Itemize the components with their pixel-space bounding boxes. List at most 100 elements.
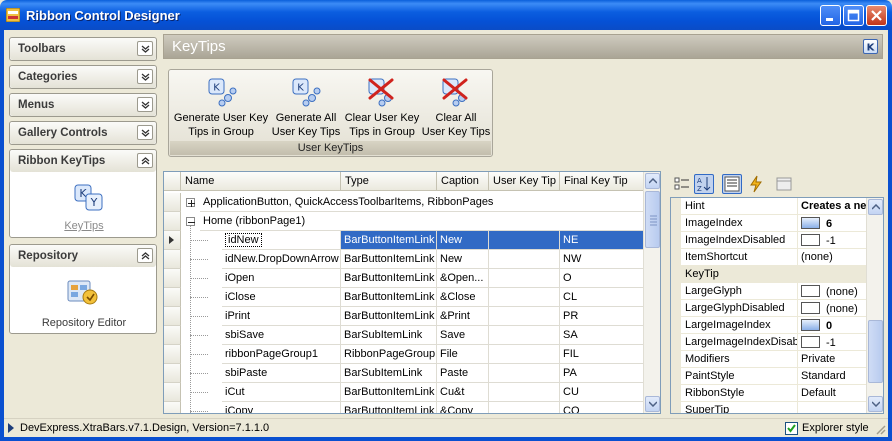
properties-button[interactable] bbox=[722, 174, 742, 194]
property-row[interactable]: LargeGlyphDisabled (none) bbox=[671, 300, 868, 317]
nav-group-header[interactable]: Menus bbox=[10, 94, 156, 116]
property-value[interactable]: (none) bbox=[799, 300, 868, 317]
table-row[interactable]: iPrint BarButtonItemLink &Print PR bbox=[164, 307, 644, 326]
nav-group-gallery-controls[interactable]: Gallery Controls bbox=[9, 121, 157, 145]
table-row[interactable]: idNew BarButtonItemLink New NE bbox=[164, 231, 644, 250]
minimize-button[interactable] bbox=[820, 5, 841, 26]
property-value[interactable]: -1 bbox=[799, 232, 868, 249]
title-bar[interactable]: Ribbon Control Designer bbox=[0, 0, 892, 30]
property-value[interactable]: Default bbox=[799, 385, 868, 402]
panel-splitter[interactable] bbox=[664, 171, 668, 414]
property-row[interactable]: ItemShortcut (none) bbox=[671, 249, 868, 266]
cell-user[interactable] bbox=[489, 288, 560, 307]
nav-group-categories[interactable]: Categories bbox=[9, 65, 157, 89]
property-vertical-scrollbar[interactable] bbox=[866, 198, 883, 413]
property-value[interactable]: Creates a ne bbox=[799, 198, 868, 215]
maximize-button[interactable] bbox=[843, 5, 864, 26]
property-value[interactable]: Private bbox=[799, 351, 868, 368]
chevron-down-icon[interactable] bbox=[137, 41, 153, 56]
column-header-final-key-tip[interactable]: Final Key Tip bbox=[560, 172, 644, 191]
table-row[interactable]: ribbonPageGroup1 RibbonPageGroup File FIL bbox=[164, 345, 644, 364]
table-row[interactable]: sbiSave BarSubItemLink Save SA bbox=[164, 326, 644, 345]
property-row[interactable]: Modifiers Private bbox=[671, 351, 868, 368]
events-button[interactable] bbox=[746, 174, 766, 194]
nav-group-toolbars[interactable]: Toolbars bbox=[9, 37, 157, 61]
table-row[interactable]: iCopy BarButtonItemLink &Copy CO bbox=[164, 402, 644, 413]
nav-group-menus[interactable]: Menus bbox=[9, 93, 157, 117]
property-value[interactable]: (none) bbox=[799, 249, 868, 266]
chevron-up-icon[interactable] bbox=[137, 248, 153, 263]
property-value[interactable]: 0 bbox=[799, 317, 868, 334]
nav-group-header[interactable]: Repository bbox=[10, 245, 156, 267]
nav-group-repository[interactable]: Repository Repository Editor bbox=[9, 244, 157, 334]
scroll-down-button[interactable] bbox=[868, 396, 883, 412]
alphabetical-button[interactable]: AZ bbox=[694, 174, 714, 194]
nav-group-header[interactable]: Categories bbox=[10, 66, 156, 88]
nav-group-header[interactable]: Ribbon KeyTips bbox=[10, 150, 156, 172]
chevron-down-icon[interactable] bbox=[137, 125, 153, 140]
table-row[interactable]: iClose BarButtonItemLink &Close CL bbox=[164, 288, 644, 307]
cell-user[interactable] bbox=[489, 402, 560, 413]
cell-user[interactable] bbox=[489, 307, 560, 326]
property-row[interactable]: ImageIndex 6 bbox=[671, 215, 868, 232]
chevron-down-icon[interactable] bbox=[137, 69, 153, 84]
property-category[interactable]: KeyTip bbox=[671, 266, 868, 283]
collapse-minus-icon[interactable] bbox=[186, 217, 195, 226]
cell-user[interactable] bbox=[489, 269, 560, 288]
table-row[interactable]: sbiPaste BarSubItemLink Paste PA bbox=[164, 364, 644, 383]
column-header-name[interactable]: Name bbox=[181, 172, 341, 191]
property-row[interactable]: ImageIndexDisabled -1 bbox=[671, 232, 868, 249]
property-grid[interactable]: Hint Creates a ne ImageIndex 6 ImageIndexDis… bbox=[670, 197, 884, 414]
scroll-thumb[interactable] bbox=[645, 191, 660, 248]
scroll-up-button[interactable] bbox=[645, 173, 660, 189]
cell-user[interactable] bbox=[489, 364, 560, 383]
tree-node-home[interactable]: Home (ribbonPage1) bbox=[164, 212, 644, 231]
nav-item-repository-editor[interactable]: Repository Editor bbox=[10, 267, 156, 334]
property-value[interactable]: 6 bbox=[799, 215, 868, 232]
clear-all-user-key-tips-button[interactable]: Clear All User Key Tips bbox=[421, 74, 491, 142]
generate-all-user-key-tips-button[interactable]: K Generate All User Key Tips bbox=[271, 74, 341, 142]
property-value[interactable]: (none) bbox=[799, 283, 868, 300]
cell-user[interactable] bbox=[489, 345, 560, 364]
scroll-thumb[interactable] bbox=[868, 320, 883, 383]
property-value[interactable]: -1 bbox=[799, 334, 868, 351]
tree-node-root[interactable]: ApplicationButton, QuickAccessToolbarIte… bbox=[164, 193, 644, 212]
table-row[interactable]: idNew.DropDownArrow BarButtonItemLink New N… bbox=[164, 250, 644, 269]
property-pages-button[interactable] bbox=[774, 174, 794, 194]
property-row[interactable]: SuperTip bbox=[671, 402, 868, 413]
categorized-button[interactable] bbox=[672, 174, 692, 194]
keytip-badge-icon[interactable]: K bbox=[863, 39, 878, 54]
property-row[interactable]: RibbonStyle Default bbox=[671, 385, 868, 402]
chevron-down-icon[interactable] bbox=[137, 97, 153, 112]
property-row[interactable]: LargeImageIndex 0 bbox=[671, 317, 868, 334]
cell-user[interactable] bbox=[489, 326, 560, 345]
column-header-user-key-tip[interactable]: User Key Tip bbox=[489, 172, 560, 191]
close-button[interactable] bbox=[866, 5, 887, 26]
property-row[interactable]: Hint Creates a ne bbox=[671, 198, 868, 215]
explorer-style-checkbox[interactable] bbox=[785, 422, 798, 435]
table-row[interactable]: iOpen BarButtonItemLink &Open... O bbox=[164, 269, 644, 288]
grid-vertical-scrollbar[interactable] bbox=[643, 172, 660, 413]
chevron-up-icon[interactable] bbox=[137, 153, 153, 168]
nav-item-keytips[interactable]: K Y KeyTips bbox=[10, 172, 156, 238]
property-row[interactable]: LargeGlyph (none) bbox=[671, 283, 868, 300]
table-row[interactable]: iCut BarButtonItemLink Cu&t CU bbox=[164, 383, 644, 402]
nav-group-header[interactable]: Toolbars bbox=[10, 38, 156, 60]
property-row[interactable]: PaintStyle Standard bbox=[671, 368, 868, 385]
column-header-caption[interactable]: Caption bbox=[437, 172, 489, 191]
cell-user[interactable] bbox=[489, 383, 560, 402]
clear-user-key-tips-in-group-button[interactable]: Clear User Key Tips in Group bbox=[343, 74, 421, 142]
cell-user[interactable] bbox=[489, 231, 560, 250]
property-value[interactable]: Standard bbox=[799, 368, 868, 385]
keytips-tree-grid[interactable]: Name Type Caption User Key Tip Final Key… bbox=[163, 171, 661, 414]
scroll-up-button[interactable] bbox=[868, 199, 883, 215]
expand-plus-icon[interactable] bbox=[186, 198, 195, 207]
generate-user-key-tips-in-group-button[interactable]: K Generate User Key Tips in Group bbox=[173, 74, 269, 142]
cell-user[interactable] bbox=[489, 250, 560, 269]
resize-grip-icon[interactable] bbox=[874, 423, 886, 435]
property-value[interactable] bbox=[799, 402, 868, 413]
nav-group-ribbon-keytips[interactable]: Ribbon KeyTips K Y KeyTips bbox=[9, 149, 157, 238]
nav-group-header[interactable]: Gallery Controls bbox=[10, 122, 156, 144]
column-header-type[interactable]: Type bbox=[341, 172, 437, 191]
property-row[interactable]: LargeImageIndexDisab -1 bbox=[671, 334, 868, 351]
